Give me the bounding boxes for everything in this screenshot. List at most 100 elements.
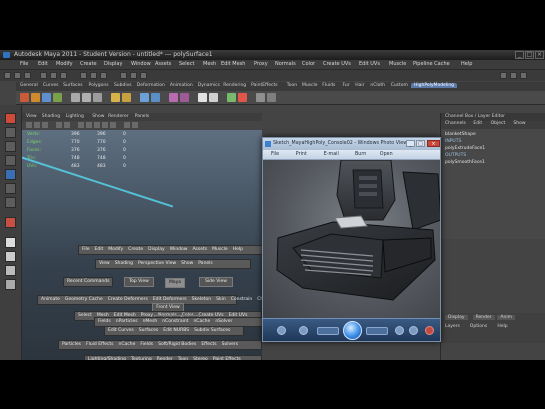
channel-box-toggle-icon[interactable] [520, 72, 527, 79]
manipulator-tool-icon[interactable] [5, 197, 16, 208]
poly-cylinder-icon[interactable] [42, 93, 51, 102]
offset-edge-loop-icon[interactable] [180, 93, 189, 102]
channel-box-body[interactable]: blanketShape INPUTS polyExtrudeFace1 OUTPUT… [441, 129, 545, 239]
extrude-icon[interactable] [71, 93, 80, 102]
delete-history-icon[interactable] [238, 93, 247, 102]
menu-edit[interactable]: Edit [38, 61, 48, 67]
menu-select[interactable]: Select [179, 61, 194, 67]
channel-tab-edit[interactable]: Edit [473, 121, 482, 126]
shelf-tab-animation[interactable]: Animation [170, 83, 193, 88]
hotbox-item[interactable]: Show [181, 261, 193, 266]
shelf-tab-fluids[interactable]: Fluids [322, 83, 335, 88]
menu-modify[interactable]: Modify [56, 61, 73, 67]
single-perspective-layout-icon[interactable] [5, 237, 16, 248]
save-scene-icon[interactable] [24, 72, 31, 79]
hotbox-item[interactable]: Skin [216, 297, 226, 302]
shelf-tab-subdivs[interactable]: Subdivs [114, 83, 132, 88]
panel-menu-view[interactable]: View [26, 114, 37, 119]
top-view-button[interactable]: Top View [124, 277, 154, 287]
lights-icon[interactable] [110, 122, 116, 128]
panel-menu-lighting[interactable]: Lighting [66, 114, 84, 119]
next-button[interactable] [366, 327, 388, 335]
hotbox-item[interactable]: Fluid Effects [86, 342, 114, 347]
hotbox-item[interactable]: Lighting/Shading [88, 357, 126, 360]
hotbox-item[interactable]: Skeleton [192, 297, 211, 302]
hotbox-row-panel[interactable]: View Shading Perspective View Show Panels [95, 259, 251, 269]
hotbox-item[interactable]: nParticles [116, 319, 138, 324]
select-by-object-icon[interactable] [50, 72, 57, 79]
select-tool-icon[interactable] [5, 113, 16, 124]
hotbox-item[interactable]: Edit [95, 247, 104, 252]
panel-menu-panels[interactable]: Panels [135, 114, 149, 119]
select-by-hierarchy-icon[interactable] [40, 72, 47, 79]
menu-muscle[interactable]: Muscle [389, 61, 406, 67]
render-icon[interactable] [120, 72, 127, 79]
isolate-select-icon[interactable] [132, 122, 138, 128]
info-icon[interactable] [277, 326, 286, 335]
channel-box-line[interactable]: INPUTS [445, 139, 461, 144]
hotbox-item[interactable]: Geometry Cache [65, 297, 103, 302]
hotbox-item[interactable]: Soft/Rigid Bodies [158, 342, 196, 347]
four-view-layout-icon[interactable] [5, 251, 16, 262]
tool-settings-toggle-icon[interactable] [510, 72, 517, 79]
shelf-tab-painteffects[interactable]: PaintEffects [251, 83, 277, 88]
hotbox-item[interactable]: Edit Curves [108, 328, 134, 333]
close-icon[interactable]: × [535, 51, 544, 59]
scale-tool-icon[interactable] [5, 183, 16, 194]
duplicate-face-icon[interactable] [209, 93, 218, 102]
hotbox-item[interactable]: Particles [62, 342, 81, 347]
menu-file[interactable]: File [20, 61, 28, 67]
paint-select-icon[interactable] [5, 141, 16, 152]
viewer-menu-e-mail[interactable]: E-mail [324, 152, 339, 157]
side-view-button[interactable]: Side View [199, 277, 233, 287]
snap-point-icon[interactable] [100, 72, 107, 79]
poly-sphere-icon[interactable] [31, 93, 40, 102]
hotbox-item[interactable]: Animate [41, 297, 60, 302]
hotbox-item[interactable]: File [82, 247, 90, 252]
hotbox-item[interactable]: Texturing [131, 357, 152, 360]
shelf-tab-hair[interactable]: Hair [355, 83, 364, 88]
move-tool-icon[interactable] [5, 155, 16, 166]
xray-icon[interactable] [124, 122, 130, 128]
shelf-tab-custom[interactable]: Custom [391, 83, 408, 88]
hotbox-item[interactable]: Select [78, 313, 92, 318]
render-settings-icon[interactable] [140, 72, 147, 79]
menu-display[interactable]: Display [104, 61, 122, 67]
shelf-tab-curves[interactable]: Curves [43, 83, 59, 88]
recent-commands-button[interactable]: Recent Commands [63, 277, 113, 287]
channel-tab-channels[interactable]: Channels [445, 121, 466, 126]
hotbox-item[interactable]: Edit NURBS [163, 328, 189, 333]
maximize-icon[interactable]: □ [525, 51, 534, 59]
menu-proxy[interactable]: Proxy [254, 61, 268, 67]
delete-icon[interactable] [425, 326, 434, 335]
hotbox-item[interactable]: Create Deformers [108, 297, 148, 302]
last-tool-icon[interactable] [5, 217, 16, 228]
uv-editor-icon[interactable] [227, 93, 236, 102]
hotbox-item[interactable]: nCache [119, 342, 136, 347]
menu-mesh[interactable]: Mesh [203, 61, 216, 67]
image-plane-icon[interactable] [42, 122, 48, 128]
hotbox-item[interactable]: Window [170, 247, 188, 252]
channel-box-line[interactable]: polySmoothFace1 [445, 160, 485, 165]
smooth-icon[interactable] [111, 93, 120, 102]
shelf-tab-general[interactable]: General [20, 83, 38, 88]
hotbox-item[interactable]: Effects [201, 342, 216, 347]
grid-toggle-icon[interactable] [56, 122, 62, 128]
ipr-render-icon[interactable] [130, 72, 137, 79]
mirror-geometry-icon[interactable] [198, 93, 207, 102]
hotbox-item[interactable]: View [99, 261, 110, 266]
photo-viewer-minimize-icon[interactable]: _ [406, 140, 415, 147]
channel-box-line[interactable]: OUTPUTS [445, 153, 466, 158]
open-scene-icon[interactable] [14, 72, 21, 79]
actual-size-icon[interactable] [299, 326, 308, 335]
hotbox-item[interactable]: Perspective View [138, 261, 176, 266]
shelf-tab-ncloth[interactable]: nCloth [370, 83, 385, 88]
hotbox-row-nDynamics[interactable]: Fields nParticles nMesh nConstraint nCache nS… [94, 317, 269, 327]
merge-icon[interactable] [122, 93, 131, 102]
snap-curve-icon[interactable] [90, 72, 97, 79]
hotbox-item[interactable]: Shading [115, 261, 133, 266]
hotbox-item[interactable]: Display [148, 247, 165, 252]
panel-menu-shading[interactable]: Shading [42, 114, 60, 119]
menu-assets[interactable]: Assets [155, 61, 171, 67]
layer-menu-layers[interactable]: Layers [445, 324, 460, 329]
